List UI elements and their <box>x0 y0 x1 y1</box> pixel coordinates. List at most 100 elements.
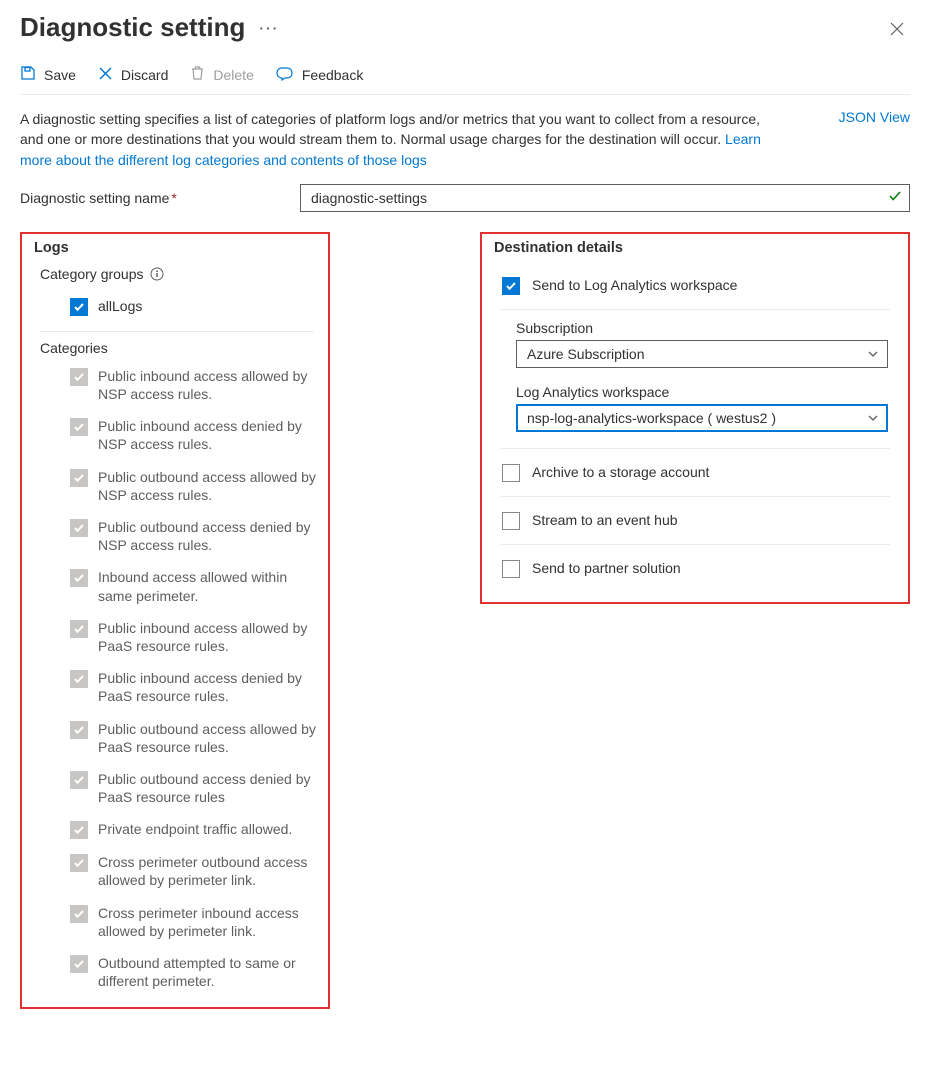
description-row: A diagnostic setting specifies a list of… <box>20 109 910 170</box>
send-law-checkbox[interactable] <box>502 277 520 295</box>
diagnostic-setting-blade: Diagnostic setting ··· Save Discard Dele… <box>0 0 930 1039</box>
category-checkbox <box>70 854 88 872</box>
dest-sep-2 <box>500 448 890 449</box>
logs-title: Logs <box>34 240 328 256</box>
feedback-label: Feedback <box>302 67 363 83</box>
diagnostic-name-input[interactable] <box>300 184 910 212</box>
destination-panel: Destination details Send to Log Analytic… <box>480 232 910 604</box>
delete-icon <box>190 65 205 84</box>
category-checkbox <box>70 771 88 789</box>
alllogs-label: allLogs <box>98 297 142 315</box>
category-checkbox <box>70 721 88 739</box>
chevron-down-icon <box>867 348 879 360</box>
dest-sep-3 <box>500 496 890 497</box>
required-star: * <box>171 190 176 206</box>
chevron-down-icon <box>867 412 879 424</box>
workspace-select[interactable]: nsp-log-analytics-workspace ( westus2 ) <box>516 404 888 432</box>
info-icon[interactable] <box>150 267 164 281</box>
category-row: Public inbound access denied by NSP acce… <box>22 410 328 460</box>
category-row: Outbound attempted to same or different … <box>22 947 328 997</box>
alllogs-row: allLogs <box>22 290 328 323</box>
destination-title: Destination details <box>494 240 908 256</box>
workspace-label: Log Analytics workspace <box>516 384 888 400</box>
category-row: Public outbound access allowed by NSP ac… <box>22 461 328 511</box>
categories-heading: Categories <box>40 340 328 356</box>
alllogs-checkbox[interactable] <box>70 298 88 316</box>
subscription-select[interactable]: Azure Subscription <box>516 340 888 368</box>
save-icon <box>20 65 36 84</box>
category-checkbox <box>70 569 88 587</box>
category-label: Public inbound access denied by PaaS res… <box>98 669 316 705</box>
category-groups-label: Category groups <box>40 266 144 282</box>
category-row: Private endpoint traffic allowed. <box>22 813 328 846</box>
category-label: Public outbound access allowed by PaaS r… <box>98 720 316 756</box>
more-icon[interactable]: ··· <box>259 20 279 36</box>
workspace-value: nsp-log-analytics-workspace ( westus2 ) <box>527 410 776 426</box>
partner-row: Send to partner solution <box>482 549 908 588</box>
page-title-text: Diagnostic setting <box>20 12 245 43</box>
send-law-row: Send to Log Analytics workspace <box>482 266 908 305</box>
category-checkbox <box>70 620 88 638</box>
category-row: Public outbound access allowed by PaaS r… <box>22 713 328 763</box>
eventhub-row: Stream to an event hub <box>482 501 908 540</box>
discard-button[interactable]: Discard <box>98 66 168 84</box>
discard-icon <box>98 66 113 84</box>
dest-sep-1 <box>500 309 890 310</box>
category-label: Public inbound access allowed by PaaS re… <box>98 619 316 655</box>
json-view-link[interactable]: JSON View <box>839 109 910 170</box>
category-groups-heading: Category groups <box>40 266 328 282</box>
category-label: Outbound attempted to same or different … <box>98 954 316 990</box>
description-text: A diagnostic setting specifies a list of… <box>20 109 780 170</box>
discard-label: Discard <box>121 67 168 83</box>
name-row: Diagnostic setting name* <box>20 184 910 212</box>
subscription-label: Subscription <box>516 320 888 336</box>
category-row: Inbound access allowed within same perim… <box>22 561 328 611</box>
category-checkbox <box>70 821 88 839</box>
category-label: Public outbound access denied by NSP acc… <box>98 518 316 554</box>
category-label: Public inbound access denied by NSP acce… <box>98 417 316 453</box>
category-label: Cross perimeter inbound access allowed b… <box>98 904 316 940</box>
eventhub-checkbox[interactable] <box>502 512 520 530</box>
name-input-wrap <box>300 184 910 212</box>
category-row: Public inbound access allowed by PaaS re… <box>22 612 328 662</box>
feedback-button[interactable]: Feedback <box>276 65 363 84</box>
category-row: Public inbound access allowed by NSP acc… <box>22 360 328 410</box>
archive-label: Archive to a storage account <box>532 464 709 480</box>
category-checkbox <box>70 519 88 537</box>
category-label: Cross perimeter outbound access allowed … <box>98 853 316 889</box>
category-checkbox <box>70 670 88 688</box>
subscription-field: Subscription Azure Subscription <box>482 314 908 370</box>
category-label: Private endpoint traffic allowed. <box>98 820 292 838</box>
category-label: Inbound access allowed within same perim… <box>98 568 316 604</box>
category-row: Cross perimeter outbound access allowed … <box>22 846 328 896</box>
eventhub-label: Stream to an event hub <box>532 512 678 528</box>
category-label: Public inbound access allowed by NSP acc… <box>98 367 316 403</box>
category-label: Public outbound access allowed by NSP ac… <box>98 468 316 504</box>
category-row: Public outbound access denied by NSP acc… <box>22 511 328 561</box>
category-row: Public outbound access denied by PaaS re… <box>22 763 328 813</box>
workspace-field: Log Analytics workspace nsp-log-analytic… <box>482 378 908 434</box>
description-body: A diagnostic setting specifies a list of… <box>20 111 760 147</box>
valid-check-icon <box>888 189 902 206</box>
close-icon[interactable] <box>884 16 910 44</box>
category-checkbox <box>70 469 88 487</box>
category-row: Cross perimeter inbound access allowed b… <box>22 897 328 947</box>
subscription-value: Azure Subscription <box>527 346 645 362</box>
save-button[interactable]: Save <box>20 65 76 84</box>
toolbar: Save Discard Delete Feedback <box>20 51 910 95</box>
name-label-text: Diagnostic setting name <box>20 190 169 206</box>
feedback-icon <box>276 65 294 84</box>
category-checkbox <box>70 368 88 386</box>
dest-sep-4 <box>500 544 890 545</box>
archive-checkbox[interactable] <box>502 464 520 482</box>
category-checkbox <box>70 418 88 436</box>
partner-label: Send to partner solution <box>532 560 681 576</box>
category-checkbox <box>70 905 88 923</box>
columns: Logs Category groups allLogs Categories … <box>20 232 910 1010</box>
delete-label: Delete <box>213 67 253 83</box>
partner-checkbox[interactable] <box>502 560 520 578</box>
logs-divider <box>40 331 314 332</box>
category-label: Public outbound access denied by PaaS re… <box>98 770 316 806</box>
page-title: Diagnostic setting ··· <box>20 12 279 43</box>
category-checkbox <box>70 955 88 973</box>
